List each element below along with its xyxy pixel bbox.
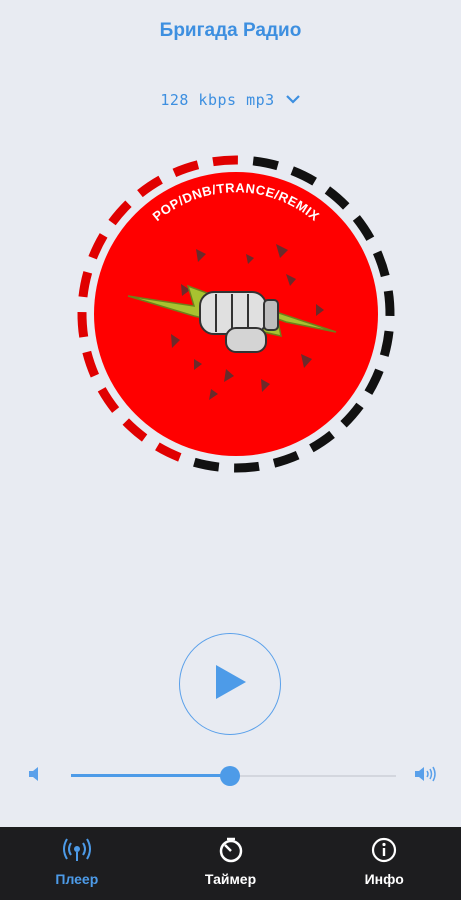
nav-label-info: Инфо — [364, 871, 404, 887]
volume-thumb[interactable] — [220, 766, 241, 786]
play-button[interactable] — [179, 633, 281, 735]
volume-fill — [71, 774, 231, 777]
ring-segment — [379, 330, 394, 357]
ring-segment — [88, 233, 108, 260]
ring-segment — [82, 350, 100, 378]
volume-high-icon — [414, 766, 438, 785]
ring-segment — [122, 418, 148, 442]
nav-item-timer[interactable]: Таймер — [154, 827, 308, 900]
ring-segment — [172, 160, 200, 178]
ring-segment — [137, 175, 163, 198]
ring-segment — [108, 200, 132, 226]
station-logo: POP/DNB/TRANCE/REMIX — [76, 154, 396, 474]
radio-waves-icon — [61, 837, 93, 866]
ring-segment — [252, 156, 279, 171]
ring-segment — [77, 312, 89, 338]
ring-segment — [352, 215, 375, 241]
ring-segment — [364, 368, 384, 395]
station-title: Бригада Радио — [159, 20, 302, 41]
nav-label-player: Плеер — [55, 871, 99, 887]
ring-segment — [212, 155, 238, 167]
ring-segment — [78, 271, 93, 298]
ring-segment — [234, 461, 260, 473]
ring-segment — [383, 290, 395, 316]
nav-label-timer: Таймер — [204, 871, 257, 887]
ring-segment — [340, 402, 364, 428]
info-icon — [370, 837, 398, 866]
volume-low-icon — [28, 766, 42, 785]
quality-label: 128 kbps mp3 — [160, 90, 275, 109]
nav-item-player[interactable]: Плеер — [0, 827, 154, 900]
ring-segment — [97, 387, 120, 413]
ring-segment — [290, 166, 317, 186]
ring-segment — [324, 186, 350, 210]
nav-item-info[interactable]: Инфо — [307, 827, 461, 900]
ring-segment — [309, 430, 335, 453]
play-icon — [212, 663, 248, 706]
timer-icon — [217, 837, 245, 866]
ring-segment — [372, 250, 390, 278]
bottom-navigation: Плеер Таймер Инфо — [0, 827, 461, 900]
chevron-down-icon — [285, 90, 301, 109]
volume-control — [28, 762, 440, 790]
ring-segment — [272, 450, 300, 468]
ring-segment — [193, 457, 220, 472]
quality-selector[interactable]: 128 kbps mp3 — [0, 90, 461, 109]
ring-segment — [155, 442, 182, 462]
